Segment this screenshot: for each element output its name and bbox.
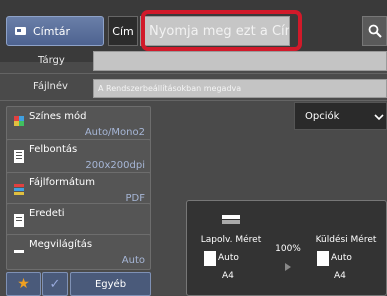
arrow-right-icon bbox=[285, 263, 291, 271]
other-label: Egyéb bbox=[94, 278, 127, 290]
resolution-button[interactable]: Felbontás 200x200dpi bbox=[6, 139, 151, 175]
options-button[interactable]: Opciók bbox=[294, 102, 387, 130]
file-format-label: Fájlformátum bbox=[29, 177, 95, 188]
favorite-button[interactable]: ★ bbox=[6, 272, 41, 296]
address-book-label: Címtár bbox=[33, 24, 71, 38]
subject-field[interactable] bbox=[93, 51, 387, 71]
original-size-label: Lapolv. Méret bbox=[200, 235, 262, 245]
original-paper: A4 bbox=[222, 271, 234, 281]
options-label: Opciók bbox=[305, 110, 340, 122]
search-button[interactable] bbox=[362, 16, 387, 46]
file-format-icon bbox=[14, 184, 24, 195]
subject-label: Tárgy bbox=[38, 55, 65, 66]
scanner-icon bbox=[222, 215, 240, 224]
check-button[interactable]: ✓ bbox=[42, 272, 68, 296]
paper-icon bbox=[204, 251, 216, 266]
send-size-label: Küldési Méret bbox=[315, 235, 377, 245]
resolution-label: Felbontás bbox=[29, 144, 78, 155]
title-input[interactable] bbox=[140, 16, 290, 46]
check-icon: ✓ bbox=[49, 276, 61, 292]
original-label: Eredeti bbox=[29, 208, 65, 219]
color-mode-label: Színes mód bbox=[29, 111, 87, 122]
divider bbox=[0, 73, 387, 74]
paper-icon bbox=[317, 251, 329, 266]
size-panel[interactable]: Lapolv. Méret Auto A4 100% Küldési Méret… bbox=[186, 200, 387, 296]
color-mode-value: Auto/Mono2 bbox=[84, 127, 145, 138]
divider bbox=[0, 100, 387, 101]
star-icon: ★ bbox=[17, 276, 30, 292]
color-mode-button[interactable]: Színes mód Auto/Mono2 bbox=[6, 106, 151, 142]
other-button[interactable]: Egyéb bbox=[70, 272, 151, 296]
search-icon bbox=[368, 24, 382, 38]
exposure-button[interactable]: Megvilágítás Auto bbox=[6, 234, 151, 270]
subject-tab[interactable]: Cím bbox=[108, 16, 138, 46]
resolution-icon bbox=[14, 150, 24, 163]
exposure-value: Auto bbox=[121, 255, 145, 266]
exposure-icon bbox=[14, 250, 24, 253]
color-mode-icon bbox=[14, 116, 24, 126]
send-paper: A4 bbox=[334, 271, 346, 281]
address-book-button[interactable]: Címtár bbox=[6, 16, 104, 46]
original-size-value: Auto bbox=[218, 253, 239, 263]
address-book-icon bbox=[15, 27, 26, 35]
send-size-value: Auto bbox=[331, 253, 352, 263]
filename-field[interactable]: A Rendszerbeállításokban megadva bbox=[93, 79, 387, 98]
ratio: 100% bbox=[275, 244, 301, 254]
resolution-value: 200x200dpi bbox=[85, 160, 145, 171]
original-icon bbox=[14, 214, 24, 227]
exposure-label: Megvilágítás bbox=[29, 239, 93, 250]
chevron-down-icon bbox=[374, 114, 384, 121]
filename-label: Fájlnév bbox=[33, 81, 68, 92]
